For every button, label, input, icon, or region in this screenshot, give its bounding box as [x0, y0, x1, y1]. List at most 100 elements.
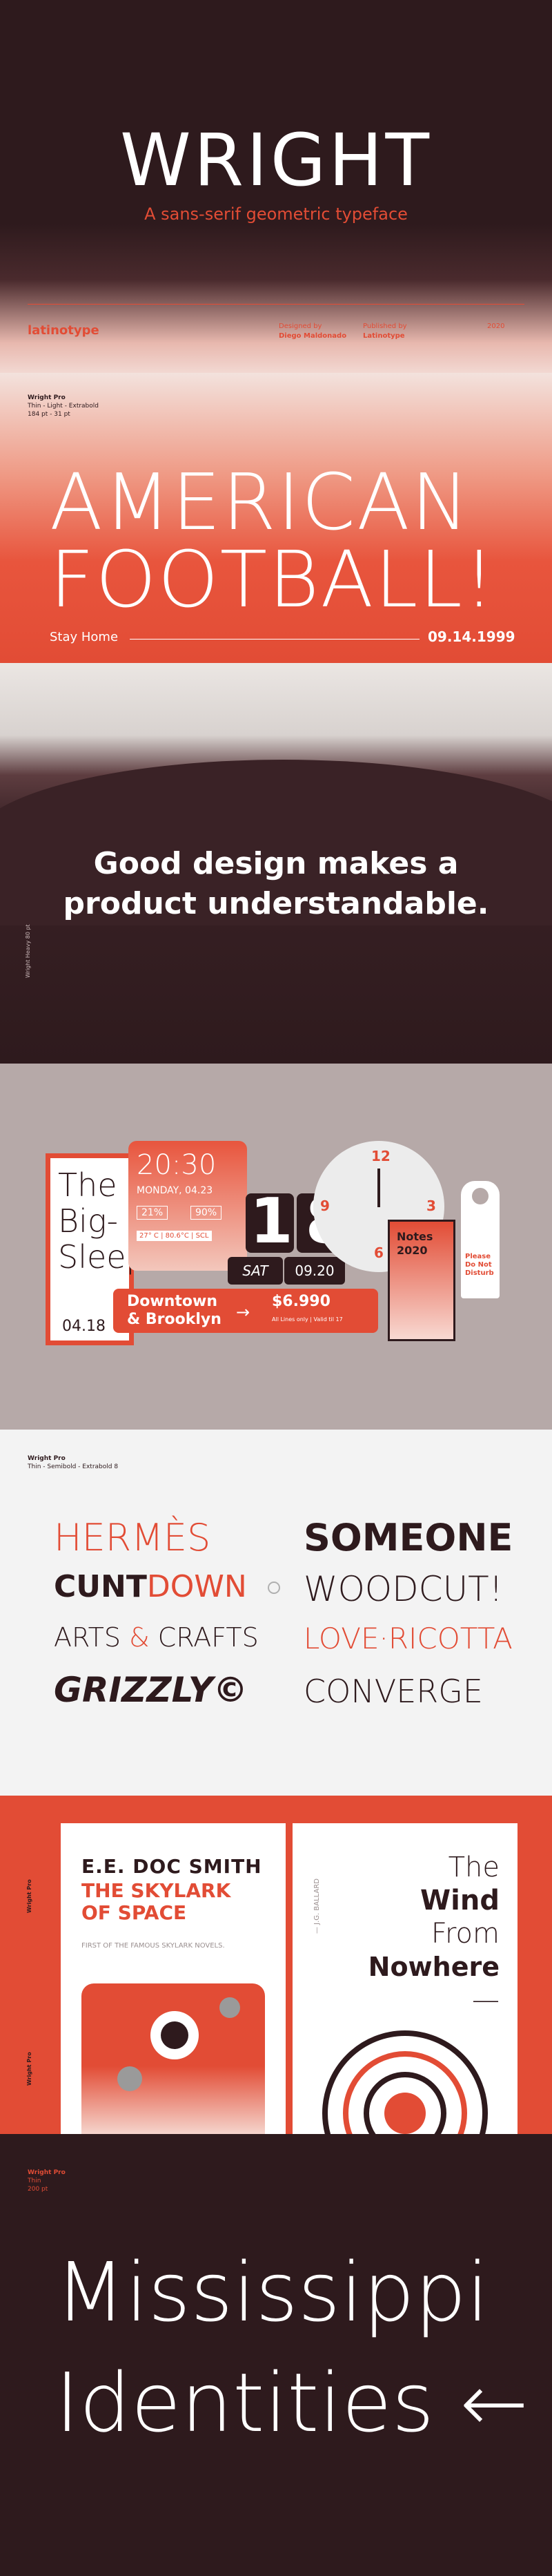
arts-part: ARTS	[54, 1622, 121, 1653]
football-line-2: FOOTBALL!	[50, 535, 496, 625]
weather-widget: 20:30 MONDAY, 04.23 21% 90% 27° C | 80.6…	[128, 1141, 247, 1271]
sign-line-3: Disturb	[465, 1269, 494, 1277]
quote-spec: Wright Heavy 80 pt	[25, 924, 32, 978]
notes-title: Notes	[397, 1230, 433, 1243]
crafts-part: CRAFTS	[157, 1622, 259, 1653]
quote-line-2: product understandable.	[63, 886, 489, 921]
ticket-line-1: Downtown	[127, 1293, 217, 1310]
wind-title-line-2: Wind	[420, 1885, 500, 1916]
ring-center	[384, 2093, 426, 2134]
clock-numeral-12: 12	[371, 1148, 391, 1164]
football-spec: Wright Pro Thin - Light - Extrabold 184 …	[28, 394, 99, 419]
word-woodcut: WOODCUT!	[304, 1569, 503, 1609]
hero-title: WRIGHT	[119, 118, 433, 202]
planet-core	[161, 2021, 188, 2049]
skylark-author: E.E. DOC SMITH	[81, 1855, 262, 1878]
specimen-spec-weights: Thin - Semibold - Extrabold 8	[28, 1463, 119, 1470]
skylark-illustration	[81, 1983, 265, 2134]
metro-ticket: Downtown & Brooklyn → $6.990 All Lines o…	[113, 1289, 378, 1333]
wind-title-dash: —	[472, 1984, 500, 2016]
widget-temp-2: 90%	[190, 1206, 222, 1220]
ticket-fine-print: All Lines only | Valid til 17	[272, 1316, 343, 1323]
football-section: Wright Pro Thin - Light - Extrabold 184 …	[0, 373, 552, 663]
clock-hour-hand	[377, 1169, 380, 1207]
hero-section: WRIGHT A sans-serif geometric typeface l…	[0, 0, 552, 373]
closing-line-2: Identities ←	[55, 2355, 529, 2450]
books-spec-2: Wright Pro	[26, 2052, 32, 2086]
closing-spec-size: 200 pt	[28, 2186, 48, 2193]
wind-title-line-1: The	[448, 1852, 500, 1883]
hero-divider	[28, 304, 524, 305]
specimen-section: Wright Pro Thin - Semibold - Extrabold 8…	[0, 1430, 552, 1796]
countdown-part-2: UNT	[76, 1569, 147, 1604]
published-label: Published by	[363, 323, 407, 330]
door-hanger: Please Do Not Disturb	[461, 1181, 500, 1298]
ampersand: &	[129, 1622, 150, 1653]
ticket-line-2: & Brooklyn	[127, 1311, 221, 1328]
specimen-spec: Wright Pro Thin - Semibold - Extrabold 8	[28, 1454, 118, 1471]
flip-date: 09.20	[284, 1257, 345, 1285]
clock-numeral-9: 9	[320, 1198, 330, 1214]
hero-subtitle: A sans-serif geometric typeface	[144, 204, 408, 224]
widget-temp-1: 21%	[137, 1206, 168, 1220]
quote-spec-size: 80 pt	[25, 924, 31, 939]
book-date: 04.18	[62, 1318, 106, 1335]
designer-name: Diego Maldonado	[279, 332, 347, 340]
wind-title-line-4: Nowhere	[368, 1952, 500, 1982]
closing-line-1: Mississippi	[55, 2245, 489, 2340]
quote-section: Good design makes a product understandab…	[0, 663, 552, 1064]
clock-numeral-3: 3	[426, 1198, 436, 1214]
word-grizzly: GRIZZLY©	[54, 1670, 248, 1710]
widget-time: 20:30	[137, 1149, 217, 1181]
closing-spec-weight: Thin	[28, 2178, 41, 2184]
word-arts-crafts: ARTS & CRAFTS	[54, 1624, 259, 1651]
flip-day: SAT	[228, 1257, 283, 1285]
closing-spec-font: Wright Pro	[28, 2169, 66, 2176]
football-underline	[130, 639, 420, 640]
quote-line-1: Good design makes a	[93, 846, 459, 881]
football-line-1: AMERICAN	[50, 458, 471, 548]
countdown-part-3: DOWN	[146, 1569, 247, 1604]
widget-date: MONDAY, 04.23	[137, 1185, 213, 1196]
ticket-destination: Downtown & Brooklyn	[127, 1293, 221, 1329]
ticket-price: $6.990	[272, 1293, 331, 1310]
word-countdown: CUNTDOWN	[54, 1572, 247, 1602]
wind-cover: — J.G. BALLARD The Wind From Nowhere —	[293, 1823, 518, 2134]
moon-left	[117, 2066, 142, 2091]
wind-author: — J.G. BALLARD	[313, 1878, 321, 1934]
skylark-title-line-2: OF SPACE	[81, 1901, 187, 1924]
do-not-disturb-text: Please Do Not Disturb	[465, 1253, 494, 1278]
notes-year: 2020	[397, 1244, 428, 1257]
skylark-tagline: FIRST OF THE FAMOUS SKYLARK NOVELS.	[81, 1942, 225, 1950]
publisher-name: Latinotype	[363, 332, 405, 340]
sign-line-2: Do Not	[465, 1261, 492, 1269]
notes-notebook: Notes 2020	[388, 1220, 455, 1341]
designer-credit: Designed by Diego Maldonado	[279, 322, 346, 341]
door-hanger-hole	[472, 1188, 489, 1204]
circle-ornament	[268, 1582, 280, 1594]
spec-sizes: 184 pt - 31 pt	[28, 411, 70, 418]
moon-right	[219, 1997, 240, 2018]
books-section: Wright Pro Wright Pro E.E. DOC SMITH THE…	[0, 1796, 552, 2134]
widget-weather: 27° C | 80.6°C | SCL	[137, 1231, 212, 1241]
books-spec-1: Wright Pro	[26, 1879, 32, 1913]
skylark-cover: E.E. DOC SMITH THE SKYLARK OF SPACE FIRS…	[61, 1823, 286, 2134]
wind-title: The Wind From Nowhere —	[362, 1851, 500, 2017]
word-converge: CONVERGE	[304, 1673, 483, 1710]
wind-title-line-3: From	[431, 1918, 500, 1950]
closing-section: Wright Pro Thin 200 pt Mississippi Ident…	[0, 2134, 552, 2576]
spec-font: Wright Pro	[28, 394, 66, 401]
designed-label: Designed by	[279, 323, 322, 330]
closing-spec: Wright Pro Thin 200 pt	[28, 2169, 66, 2193]
quote-spec-font: Wright Heavy	[25, 940, 31, 978]
notes-label: Notes 2020	[397, 1230, 433, 1258]
word-hermes: HERMÈS	[54, 1516, 211, 1559]
stay-home-label: Stay Home	[50, 630, 119, 644]
quote-text: Good design makes a product understandab…	[0, 844, 552, 924]
year-label: 2020	[487, 323, 505, 330]
latinotype-logo[interactable]: latinotype	[28, 323, 99, 338]
countdown-part-1: C	[54, 1569, 77, 1604]
spec-weights: Thin - Light - Extrabold	[28, 403, 99, 410]
word-someone: SOMEONE	[304, 1516, 513, 1559]
clock-numeral-6: 6	[374, 1244, 384, 1261]
